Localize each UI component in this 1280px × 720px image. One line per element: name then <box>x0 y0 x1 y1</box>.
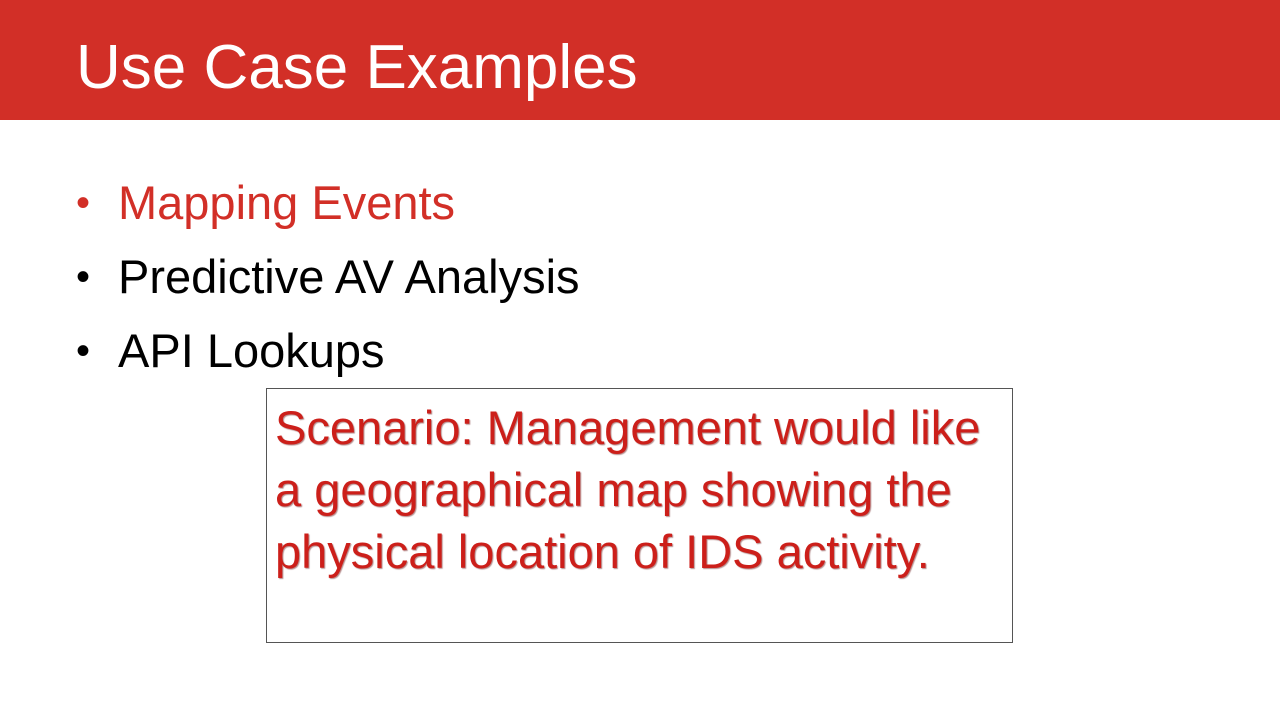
bullet-dot-icon: • <box>76 329 91 373</box>
bullet-dot-icon: • <box>76 255 91 299</box>
bullet-label: API Lookups <box>118 324 385 377</box>
slide-title: Use Case Examples <box>76 33 638 102</box>
bullet-label: Predictive AV Analysis <box>118 250 580 303</box>
bullet-item-api-lookups: • API Lookups <box>76 314 580 388</box>
bullet-item-predictive-av-analysis: • Predictive AV Analysis <box>76 240 580 314</box>
bullet-list: • Mapping Events • Predictive AV Analysi… <box>76 166 580 388</box>
title-bar: Use Case Examples <box>0 0 1280 120</box>
scenario-text-box: Scenario: Management would like a geogra… <box>266 388 1013 643</box>
bullet-item-mapping-events: • Mapping Events <box>76 166 580 240</box>
scenario-text: Scenario: Management would like a geogra… <box>275 401 981 578</box>
bullet-dot-icon: • <box>76 181 91 225</box>
bullet-label: Mapping Events <box>118 176 456 229</box>
